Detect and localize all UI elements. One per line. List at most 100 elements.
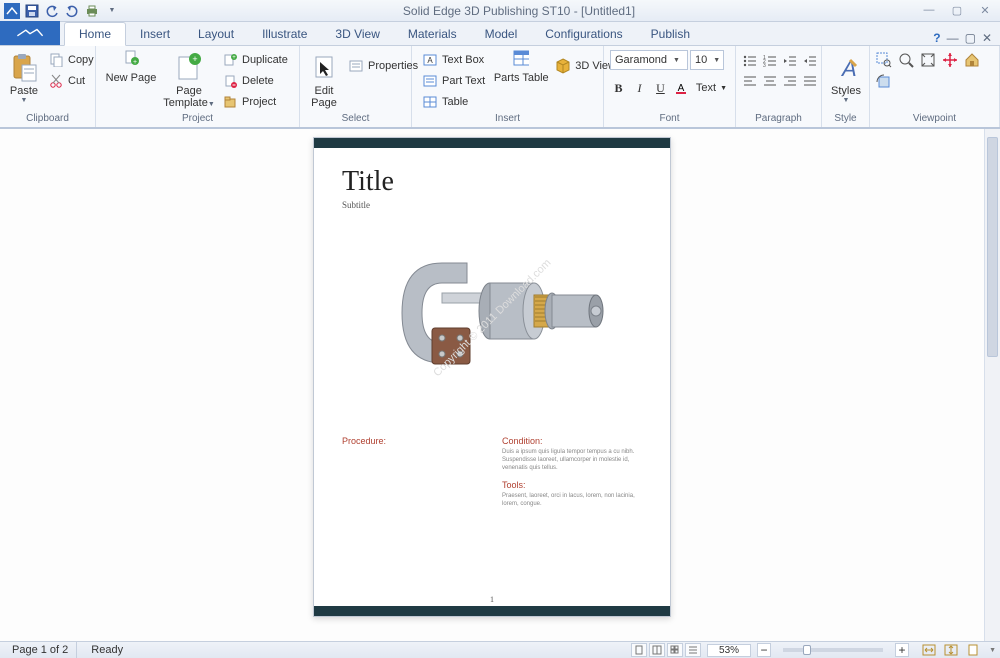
ribbon: Paste ▼ Copy Cut Clipboard + New Page + …: [0, 46, 1000, 128]
parttext-button[interactable]: Part Text: [418, 71, 489, 91]
fit-width-icon[interactable]: [921, 642, 937, 658]
copy-button[interactable]: Copy: [44, 50, 98, 70]
group-label-insert: Insert: [412, 113, 603, 127]
tab-configurations[interactable]: Configurations: [531, 23, 636, 45]
align-left-button[interactable]: [742, 74, 758, 88]
styles-button[interactable]: A Styles▼: [828, 50, 864, 106]
font-family-combo[interactable]: Garamond▼: [610, 50, 688, 70]
align-justify-button[interactable]: [802, 74, 818, 88]
procedure-heading[interactable]: Procedure:: [342, 436, 482, 446]
vertical-scrollbar[interactable]: [984, 129, 1000, 641]
close-button[interactable]: ✕: [974, 4, 996, 17]
duplicate-button[interactable]: +Duplicate: [218, 50, 292, 70]
bold-button[interactable]: B: [610, 79, 627, 97]
view-two-icon[interactable]: [649, 643, 665, 657]
new-page-button[interactable]: + New Page: [102, 50, 160, 84]
home-view-icon[interactable]: [964, 52, 980, 68]
view-grid-icon[interactable]: [667, 643, 683, 657]
fields-row: Procedure: Condition: Duis a ipsum quis …: [342, 436, 642, 508]
print-icon[interactable]: [84, 3, 100, 19]
tools-heading[interactable]: Tools:: [502, 480, 642, 490]
fit-icon[interactable]: [920, 52, 936, 68]
cut-icon: [48, 73, 64, 89]
mdi-restore-icon[interactable]: ▢: [965, 31, 976, 45]
zoom-value[interactable]: 53%: [707, 644, 751, 657]
mdi-minimize-icon[interactable]: —: [947, 31, 959, 45]
zoom-out-button[interactable]: −: [757, 643, 771, 657]
app-icon[interactable]: [4, 3, 20, 19]
condition-heading[interactable]: Condition:: [502, 436, 642, 446]
document-title[interactable]: Title: [342, 166, 642, 198]
zoom-in-button[interactable]: +: [895, 643, 909, 657]
tab-illustrate[interactable]: Illustrate: [248, 23, 321, 45]
outdent-button[interactable]: [782, 54, 798, 68]
svg-text:+: +: [232, 55, 236, 61]
tab-materials[interactable]: Materials: [394, 23, 471, 45]
svg-text:A: A: [427, 56, 433, 65]
partstable-button[interactable]: Parts Table: [497, 50, 545, 84]
tab-publish[interactable]: Publish: [637, 23, 704, 45]
paste-button[interactable]: Paste ▼: [6, 50, 42, 106]
new-page-icon: +: [123, 50, 139, 66]
svg-text:3: 3: [763, 63, 766, 67]
font-color-button[interactable]: A: [673, 79, 690, 97]
document-subtitle[interactable]: Subtitle: [342, 200, 642, 210]
text-dropdown[interactable]: Text ▼: [694, 78, 729, 98]
document-canvas[interactable]: Title Subtitle Copyright © 2011 Download…: [0, 129, 984, 641]
fit-height-icon[interactable]: [943, 642, 959, 658]
undo-icon[interactable]: [44, 3, 60, 19]
font-size-combo[interactable]: 10▼: [690, 50, 724, 70]
underline-button[interactable]: U: [652, 79, 669, 97]
edit-page-button[interactable]: EditPage: [306, 50, 342, 111]
textbox-button[interactable]: AText Box: [418, 50, 489, 70]
cut-button[interactable]: Cut: [44, 71, 98, 91]
tab-home[interactable]: Home: [64, 22, 126, 46]
help-icon[interactable]: ?: [933, 31, 940, 45]
zoom-icon[interactable]: [898, 52, 914, 68]
maximize-button[interactable]: ▢: [946, 4, 968, 17]
model-view[interactable]: Copyright © 2011 Download.com: [342, 218, 642, 418]
qat-dropdown-icon[interactable]: ▼: [104, 3, 120, 19]
save-icon[interactable]: [24, 3, 40, 19]
zoom-area-icon[interactable]: [876, 52, 892, 68]
zoom-slider[interactable]: [783, 648, 883, 652]
numbering-button[interactable]: 123: [762, 54, 778, 68]
delete-button[interactable]: Delete: [218, 71, 292, 91]
minimize-button[interactable]: —: [918, 4, 940, 17]
tab-model[interactable]: Model: [471, 23, 532, 45]
pan-icon[interactable]: [942, 52, 958, 68]
redo-icon[interactable]: [64, 3, 80, 19]
status-page[interactable]: Page 1 of 2: [4, 642, 77, 658]
tab-layout[interactable]: Layout: [184, 23, 248, 45]
properties-button[interactable]: Properties: [344, 56, 422, 76]
mdi-close-icon[interactable]: ✕: [982, 31, 992, 45]
status-options-dropdown[interactable]: ▼: [989, 647, 996, 654]
condition-text[interactable]: Duis a ipsum quis ligula tempor tempus a…: [502, 448, 642, 472]
tab-insert[interactable]: Insert: [126, 23, 184, 45]
page-footer-band: [314, 606, 670, 616]
project-button[interactable]: Project: [218, 92, 292, 112]
tools-text[interactable]: Praesent, laoreet, orci in lacus, lorem,…: [502, 492, 642, 508]
align-center-button[interactable]: [762, 74, 778, 88]
view-single-icon[interactable]: [631, 643, 647, 657]
zoom-slider-knob[interactable]: [803, 645, 811, 655]
view-outline-icon[interactable]: [685, 643, 701, 657]
page-template-button[interactable]: + PageTemplate▼: [162, 50, 216, 113]
bullets-button[interactable]: [742, 54, 758, 68]
tab-3d-view[interactable]: 3D View: [321, 23, 393, 45]
table-button[interactable]: Table: [418, 92, 489, 112]
fit-page-icon[interactable]: [965, 642, 981, 658]
parttext-icon: [422, 73, 438, 89]
group-label-font: Font: [604, 113, 735, 127]
italic-button[interactable]: I: [631, 79, 648, 97]
page-template-icon: +: [173, 52, 205, 84]
work-area: Title Subtitle Copyright © 2011 Download…: [0, 128, 1000, 641]
page[interactable]: Title Subtitle Copyright © 2011 Download…: [313, 137, 671, 617]
application-menu-button[interactable]: [0, 21, 60, 45]
group-label-paragraph: Paragraph: [736, 113, 821, 127]
quick-access-toolbar: ▼: [4, 3, 120, 19]
rotate-view-icon[interactable]: [876, 74, 892, 90]
scrollbar-thumb[interactable]: [987, 137, 998, 357]
align-right-button[interactable]: [782, 74, 798, 88]
indent-button[interactable]: [802, 54, 818, 68]
